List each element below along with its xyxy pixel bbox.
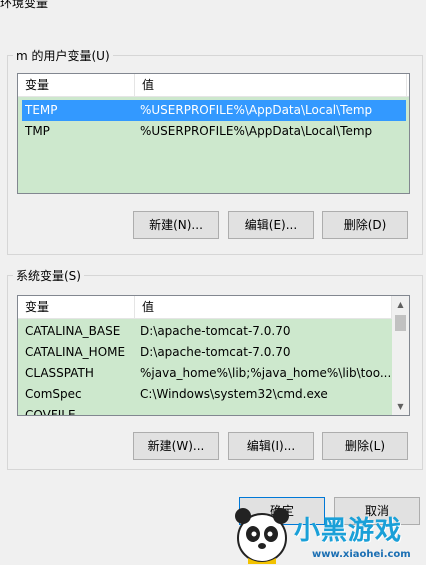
system-vars-list[interactable]: 变量 值 CATALINA_BASE D:\apache-tomcat-7.0.…: [17, 295, 410, 416]
system-edit-button[interactable]: 编辑(I)...: [228, 432, 314, 460]
watermark-url: www.xiaohei.com: [312, 549, 411, 560]
system-vars-list-header: 变量 值: [18, 296, 392, 319]
system-var-value: %java_home%\lib;%java_home%\lib\too...: [140, 366, 390, 380]
system-var-name: COVFILE: [25, 408, 76, 416]
system-vars-scrollbar[interactable]: ▲ ▼: [392, 296, 409, 415]
system-delete-button[interactable]: 删除(L): [322, 432, 408, 460]
system-var-row[interactable]: COVFILE: [22, 405, 392, 416]
user-vars-group-title: m 的用户变量(U): [13, 47, 113, 64]
system-var-value: D:\apache-tomcat-7.0.70: [140, 324, 291, 338]
system-var-row[interactable]: CLASSPATH %java_home%\lib;%java_home%\li…: [22, 363, 392, 384]
scroll-down-arrow-icon[interactable]: ▼: [392, 398, 409, 415]
system-var-value: D:\apache-tomcat-7.0.70: [140, 345, 291, 359]
user-var-row-temp[interactable]: TEMP %USERPROFILE%\AppData\Local\Temp: [22, 100, 406, 121]
system-var-value: C:\Windows\system32\cmd.exe: [140, 387, 328, 401]
user-var-row-tmp[interactable]: TMP %USERPROFILE%\AppData\Local\Temp: [22, 121, 406, 142]
system-var-name: CATALINA_HOME: [25, 345, 126, 359]
column-header-variable[interactable]: 变量: [18, 296, 135, 319]
system-var-name: CATALINA_BASE: [25, 324, 121, 338]
user-new-button[interactable]: 新建(N)...: [133, 211, 219, 239]
column-header-value[interactable]: 值: [135, 296, 392, 319]
column-header-variable[interactable]: 变量: [18, 74, 135, 97]
column-header-value[interactable]: 值: [135, 74, 407, 97]
user-var-value: %USERPROFILE%\AppData\Local\Temp: [140, 124, 373, 138]
window-title: 环境变量: [0, 0, 49, 10]
user-var-name: TMP: [25, 124, 50, 138]
system-var-value: [140, 405, 390, 415]
system-var-name: ComSpec: [25, 387, 82, 401]
system-var-row[interactable]: ComSpec C:\Windows\system32\cmd.exe: [22, 384, 392, 405]
system-var-name: CLASSPATH: [25, 366, 94, 380]
scroll-up-arrow-icon[interactable]: ▲: [392, 296, 409, 313]
watermark-logo: 小黑游戏 www.xiaohei.com: [232, 494, 426, 565]
watermark-brand: 小黑游戏: [294, 516, 403, 546]
scroll-thumb[interactable]: [395, 315, 406, 331]
system-new-button[interactable]: 新建(W)...: [133, 432, 219, 460]
user-edit-button[interactable]: 编辑(E)...: [228, 211, 314, 239]
system-vars-group-title: 系统变量(S): [13, 267, 84, 284]
panda-mascot-icon: [235, 508, 289, 564]
user-var-name: TEMP: [25, 103, 58, 117]
user-var-value: %USERPROFILE%\AppData\Local\Temp: [140, 103, 373, 117]
user-vars-list[interactable]: 变量 值 TEMP %USERPROFILE%\AppData\Local\Te…: [17, 73, 410, 194]
system-var-row[interactable]: CATALINA_BASE D:\apache-tomcat-7.0.70: [22, 321, 392, 342]
user-delete-button[interactable]: 删除(D): [322, 211, 408, 239]
system-var-row[interactable]: CATALINA_HOME D:\apache-tomcat-7.0.70: [22, 342, 392, 363]
user-vars-list-header: 变量 值: [18, 74, 409, 97]
